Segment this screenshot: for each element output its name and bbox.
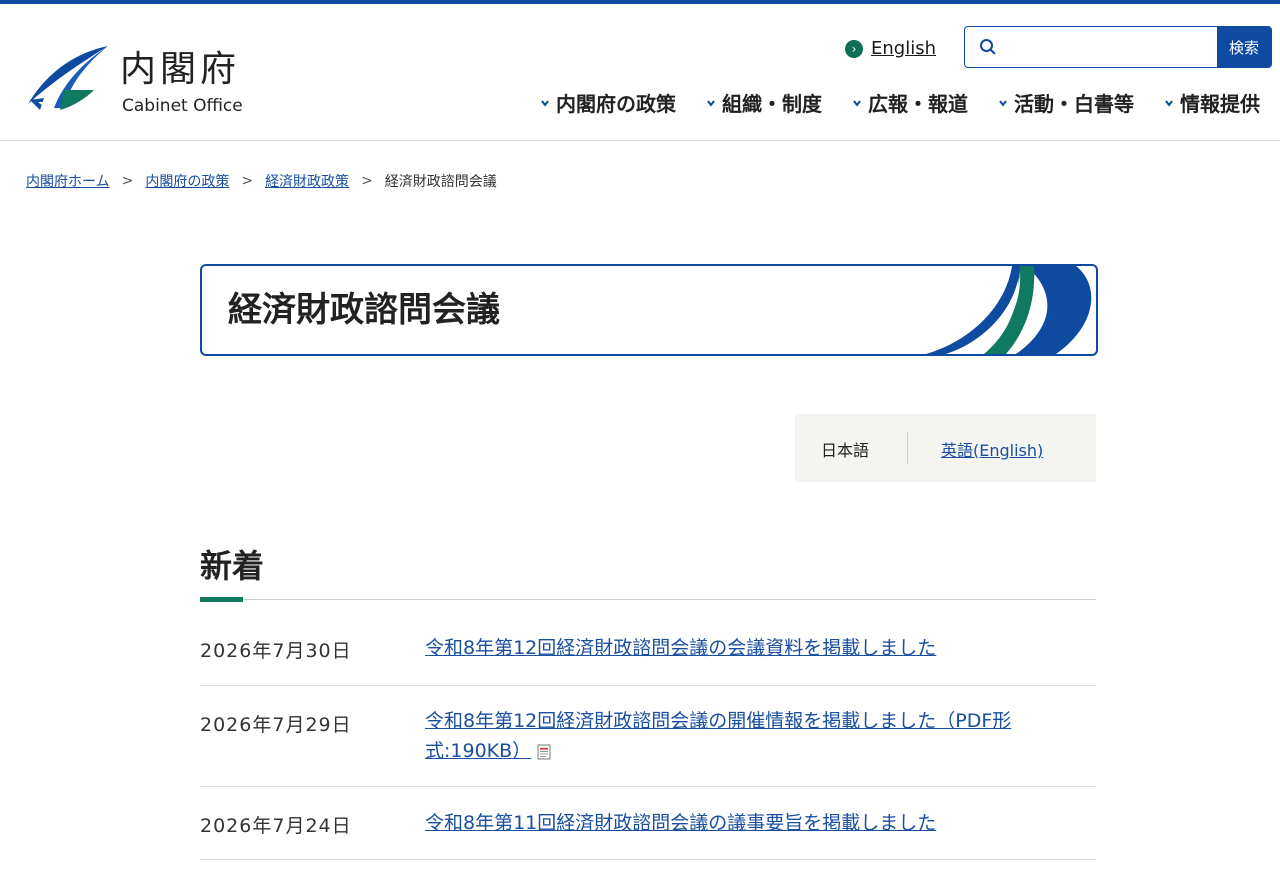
- chevron-down-icon: [1165, 99, 1173, 107]
- title-decoration: [926, 266, 1092, 354]
- nav-item-label: 活動・白書等: [1014, 92, 1134, 116]
- breadcrumb-link-policy[interactable]: 内閣府の政策: [145, 171, 229, 191]
- news-link[interactable]: 令和8年第12回経済財政諮問会議の開催情報を掲載しました（PDF形式:190KB…: [425, 710, 1011, 762]
- search-box: 検索: [964, 26, 1272, 68]
- nav-item-activities[interactable]: 活動・白書等: [998, 88, 1134, 117]
- breadcrumb-separator: >: [121, 173, 134, 189]
- news-link[interactable]: 令和8年第12回経済財政諮問会議の会議資料を掲載しました: [425, 633, 1065, 663]
- news-date: 2026年7月29日: [200, 714, 352, 736]
- breadcrumb-link-home[interactable]: 内閣府ホーム: [26, 171, 110, 191]
- arrow-circle-icon: ›: [845, 39, 863, 58]
- site-header: 内閣府 Cabinet Office › English 検索 内閣府の政策 組…: [0, 4, 1280, 141]
- news-link-wrap: 令和8年第12回経済財政諮問会議の開催情報を掲載しました（PDF形式:190KB…: [425, 706, 1065, 766]
- chevron-down-icon: [707, 99, 715, 107]
- logo-text-en: Cabinet Office: [122, 96, 243, 116]
- pdf-icon: [537, 744, 551, 759]
- chevron-down-icon: [541, 99, 549, 107]
- breadcrumb-link-economic-policy[interactable]: 経済財政政策: [265, 171, 349, 191]
- news-heading: 新着: [200, 547, 265, 585]
- nav-item-label: 内閣府の政策: [556, 92, 676, 116]
- english-link-label: English: [871, 38, 936, 59]
- logo-text-ja: 内閣府: [120, 49, 241, 90]
- language-switcher: 日本語 英語(English): [795, 414, 1096, 482]
- english-link[interactable]: › English: [845, 38, 936, 59]
- language-current: 日本語: [821, 441, 870, 460]
- language-english-link[interactable]: 英語(English): [941, 437, 1043, 461]
- search-icon: [980, 39, 996, 55]
- page-title: 経済財政諮問会議: [228, 290, 500, 330]
- nav-item-policy[interactable]: 内閣府の政策: [540, 88, 676, 117]
- news-date: 2026年7月24日: [200, 815, 352, 837]
- nav-item-label: 組織・制度: [722, 92, 822, 116]
- breadcrumb-current: 経済財政諮問会議: [384, 174, 497, 190]
- news-item: 2026年7月29日 令和8年第12回経済財政諮問会議の開催情報を掲載しました（…: [200, 686, 1096, 787]
- breadcrumb: 内閣府ホーム > 内閣府の政策 > 経済財政政策 > 経済財政諮問会議: [26, 171, 497, 191]
- news-item: 2026年7月24日 令和8年第11回経済財政諮問会議の議事要旨を掲載しました: [200, 787, 1096, 860]
- breadcrumb-separator: >: [241, 173, 254, 189]
- breadcrumb-separator: >: [361, 173, 373, 189]
- nav-item-information[interactable]: 情報提供: [1164, 88, 1260, 117]
- language-divider: [907, 432, 908, 464]
- nav-item-label: 広報・報道: [868, 92, 968, 116]
- search-button[interactable]: 検索: [1217, 27, 1271, 67]
- chevron-down-icon: [999, 99, 1007, 107]
- site-logo[interactable]: 内閣府 Cabinet Office: [24, 44, 264, 118]
- nav-item-press[interactable]: 広報・報道: [852, 88, 968, 117]
- news-date: 2026年7月30日: [200, 640, 352, 662]
- cabinet-office-logo-icon: [28, 46, 108, 112]
- news-link[interactable]: 令和8年第11回経済財政諮問会議の議事要旨を掲載しました: [425, 808, 1065, 838]
- search-input[interactable]: [1005, 29, 1214, 65]
- page-title-box: 経済財政諮問会議: [200, 264, 1098, 356]
- global-nav: 内閣府の政策 組織・制度 広報・報道 活動・白書等 情報提供: [540, 88, 1260, 117]
- news-item: 2026年7月30日 令和8年第12回経済財政諮問会議の会議資料を掲載しました: [200, 600, 1096, 686]
- nav-item-organization[interactable]: 組織・制度: [706, 88, 822, 117]
- nav-item-label: 情報提供: [1180, 92, 1260, 116]
- chevron-down-icon: [853, 99, 861, 107]
